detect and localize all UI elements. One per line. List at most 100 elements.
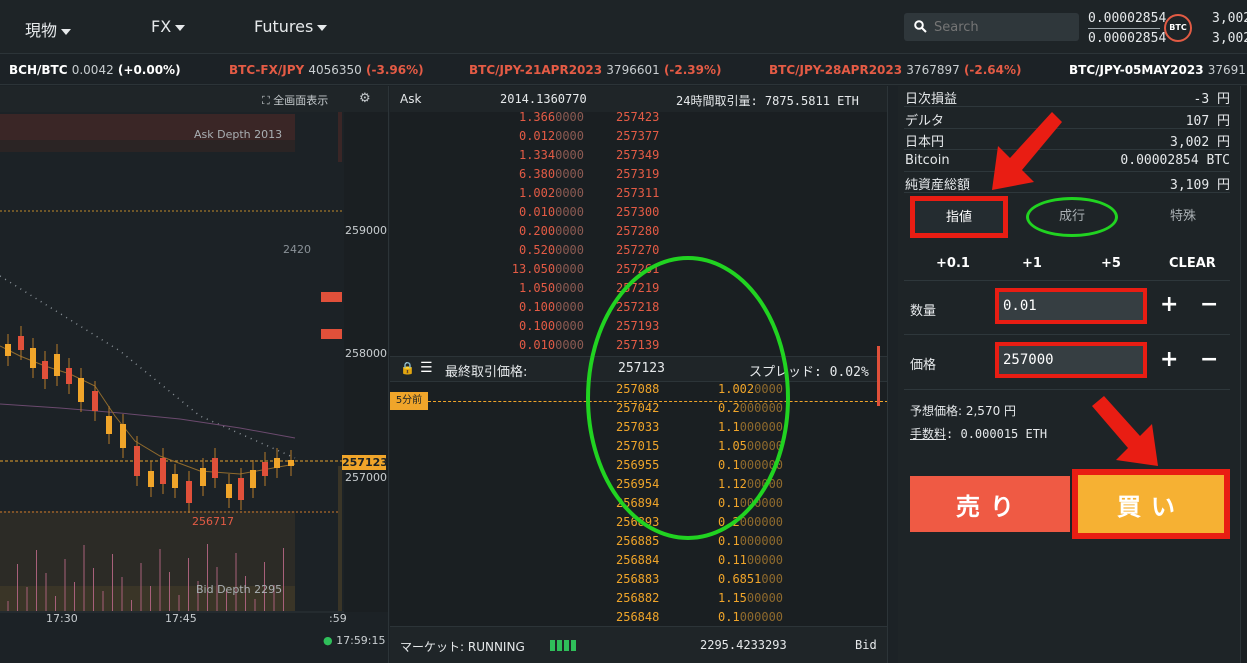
qty-minus-button[interactable]: − (1200, 292, 1218, 317)
lock-icon[interactable]: 🔒 (400, 361, 415, 375)
account-label: 純資産総額 (905, 178, 971, 193)
buy-button[interactable]: 買い (1072, 469, 1230, 539)
bid-size: 0.2000000 (718, 401, 784, 415)
bid-size: 1.1500000 (718, 591, 784, 605)
search-box[interactable] (904, 13, 1079, 41)
ask-size: 0.2000000 (518, 224, 584, 238)
ask-row[interactable]: 0.0100000 257300 (390, 205, 887, 224)
x-tick: :59 (329, 612, 347, 625)
bid-row[interactable]: 256893 0.2000000 (390, 515, 887, 534)
divider (904, 280, 1230, 281)
btc-badge[interactable]: BTC (1164, 14, 1192, 42)
bid-row[interactable]: 256955 0.1000000 (390, 458, 887, 477)
candle (262, 462, 268, 476)
price-chart[interactable]: ⛶ 全画面表示 ⚙ Ask Depth 2013 Bid Depth 2295 … (0, 86, 389, 663)
ask-row[interactable]: 13.0500000 257261 (390, 262, 887, 281)
ask-row[interactable]: 0.0120000 257377 (390, 129, 887, 148)
quick-add-1[interactable]: +1 (1022, 256, 1042, 271)
bid-row[interactable]: 256883 0.6851000 (390, 572, 887, 591)
ticker-item[interactable]: BTC/JPY-21APR2023 3796601 (-2.39%) (469, 63, 722, 77)
scroll-indicator[interactable] (877, 346, 880, 406)
ask-label: Ask (400, 92, 422, 106)
bid-depth-label: Bid Depth 2295 (196, 583, 283, 596)
bid-row[interactable]: 257033 1.1000000 (390, 420, 887, 439)
ask-price: 257300 (616, 205, 660, 219)
top-nav: 現物 FX Futures 0.00002854 0.00002854 BTC … (0, 0, 1247, 54)
ask-size: 0.1000000 (518, 319, 584, 333)
ticker-item[interactable]: BTC/JPY-05MAY2023 37691 (1069, 63, 1246, 77)
quick-add-5[interactable]: +5 (1101, 256, 1121, 271)
price-input[interactable] (995, 342, 1147, 378)
order-book: Ask 2014.1360770 24時間取引量: 7875.5811 ETH … (390, 86, 888, 663)
ask-row[interactable]: 6.3800000 257319 (390, 167, 887, 186)
ask-size: 13.0500000 (511, 262, 584, 276)
bid-row[interactable]: 257088 1.0020000 (390, 382, 887, 401)
bid-price: 257015 (616, 439, 660, 453)
candle (92, 391, 98, 411)
bid-row[interactable]: 256894 0.1000000 (390, 496, 887, 515)
nav-fx[interactable]: FX (151, 17, 186, 36)
ticker-item[interactable]: BTC/JPY-28APR2023 3767897 (-2.64%) (769, 63, 1022, 77)
quick-add-0-1[interactable]: +0.1 (936, 256, 970, 271)
tab-market[interactable]: 成行 (1026, 197, 1118, 237)
tab-special[interactable]: 特殊 (1148, 196, 1218, 238)
qty-plus-button[interactable]: + (1160, 292, 1178, 317)
bid-row[interactable]: 256885 0.1000000 (390, 534, 887, 553)
ask-price: 257280 (616, 224, 660, 238)
candle (186, 481, 192, 503)
y-tick: 259000 (345, 224, 387, 237)
ask-row[interactable]: 1.0500000 257219 (390, 281, 887, 300)
candle (288, 460, 294, 466)
ask-row[interactable]: 0.1000000 257218 (390, 300, 887, 319)
bid-row[interactable]: 257042 0.2000000 (390, 401, 887, 420)
balance-divider (1088, 28, 1160, 29)
ask-depth-label: Ask Depth 2013 (194, 128, 283, 141)
candle (30, 348, 36, 368)
gear-icon[interactable]: ⚙ (359, 91, 371, 106)
price-plus-button[interactable]: + (1160, 347, 1178, 372)
qty-input[interactable] (995, 288, 1147, 324)
ticker-item[interactable]: BTC-FX/JPY 4056350 (-3.96%) (229, 63, 424, 77)
nav-spot-label: 現物 (25, 21, 58, 40)
ask-row[interactable]: 1.3340000 257349 (390, 148, 887, 167)
last-price: 257123 (618, 361, 665, 376)
chevron-down-icon (317, 24, 328, 31)
ask-row[interactable]: 0.1000000 257193 (390, 319, 887, 338)
price-minus-button[interactable]: − (1200, 347, 1218, 372)
ask-row[interactable]: 0.5200000 257270 (390, 243, 887, 262)
fee-link[interactable]: 手数料 (910, 427, 946, 441)
search-input[interactable] (934, 17, 1074, 37)
fullscreen-button[interactable]: ⛶ 全画面表示 (262, 92, 328, 108)
sell-button[interactable]: 売り (910, 476, 1070, 532)
bid-row[interactable]: 256884 0.1100000 (390, 553, 887, 572)
ask-row[interactable]: 0.2000000 257280 (390, 224, 887, 243)
ticker-price: 4056350 (308, 63, 362, 77)
ticker-change: (+0.00%) (117, 63, 181, 77)
ticker-item[interactable]: BCH/BTC 0.0042 (+0.00%) (9, 63, 181, 77)
ticker-price: 3796601 (606, 63, 660, 77)
bid-row[interactable]: 256882 1.1500000 (390, 591, 887, 610)
market-status: マーケット: RUNNING (400, 640, 525, 654)
ask-price: 257311 (616, 186, 660, 200)
edge-strip (1240, 86, 1247, 663)
bid-price: 257033 (616, 420, 660, 434)
chevron-down-icon (175, 24, 186, 31)
ask-row[interactable]: 0.0100000 257139 (390, 338, 887, 357)
bid-row[interactable]: 257015 1.0500000 (390, 439, 887, 458)
tab-limit[interactable]: 指値 (910, 196, 1008, 238)
ask-row[interactable]: 1.0020000 257311 (390, 186, 887, 205)
clear-button[interactable]: CLEAR (1169, 256, 1216, 271)
bid-price: 257042 (616, 401, 660, 415)
nav-spot[interactable]: 現物 (25, 17, 72, 41)
ask-size: 0.0100000 (518, 338, 584, 352)
nav-futures[interactable]: Futures (254, 17, 328, 36)
ask-row[interactable]: 1.3660000 257423 (390, 110, 887, 129)
list-icon[interactable]: ☰ (420, 360, 433, 376)
ask-size: 1.3340000 (518, 148, 584, 162)
signal-bars-icon (550, 640, 578, 651)
balance-top: 0.00002854 (1088, 11, 1167, 26)
candle (106, 416, 112, 434)
bid-row[interactable]: 256954 1.1200000 (390, 477, 887, 496)
search-icon (914, 20, 927, 33)
account-value: 0.00002854 BTC (1120, 152, 1230, 168)
